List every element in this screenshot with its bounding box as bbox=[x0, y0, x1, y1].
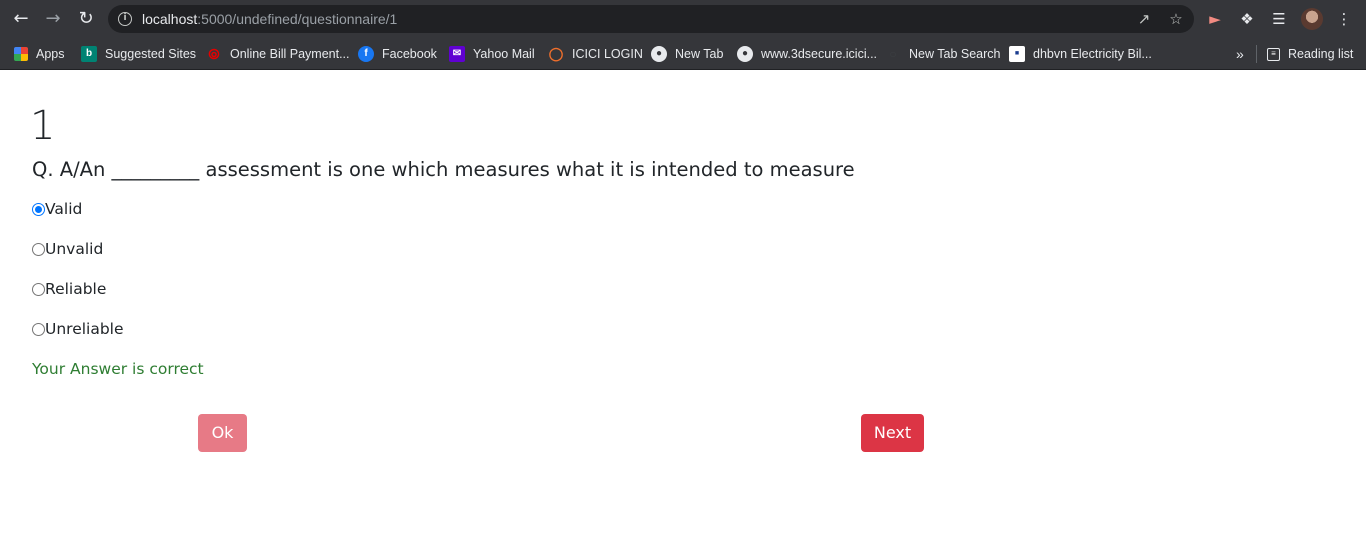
address-bar[interactable]: i localhost:5000/undefined/questionnaire… bbox=[108, 5, 1194, 33]
bookmark-dhbvn-electricity[interactable]: ■ dhbvn Electricity Bil... bbox=[1009, 43, 1152, 65]
option-unreliable[interactable]: Unreliable bbox=[32, 318, 124, 340]
bookmark-apps[interactable]: Apps bbox=[14, 43, 65, 65]
answer-feedback: Your Answer is correct bbox=[32, 360, 204, 378]
forward-arrow-icon[interactable]: → bbox=[40, 7, 66, 31]
option-unvalid[interactable]: Unvalid bbox=[32, 238, 103, 260]
extensions-puzzle-icon[interactable]: ❖ bbox=[1236, 9, 1258, 29]
bookmark-online-bill-payment[interactable]: ⦾ Online Bill Payment... bbox=[206, 43, 350, 65]
reading-list-button[interactable]: ≡ Reading list bbox=[1267, 43, 1353, 65]
bookmark-label: Yahoo Mail bbox=[473, 47, 535, 61]
yahoo-mail-icon: ✉ bbox=[449, 46, 465, 62]
url-host: localhost bbox=[142, 11, 198, 27]
bookmark-label: Apps bbox=[36, 47, 65, 61]
option-reliable[interactable]: Reliable bbox=[32, 278, 106, 300]
radio-button-checked[interactable] bbox=[32, 202, 45, 216]
screen-recorder-extension-icon[interactable]: ► bbox=[1204, 9, 1226, 29]
radio-button[interactable] bbox=[32, 322, 45, 336]
globe-icon: ● bbox=[651, 46, 667, 62]
reading-list-icon: ≡ bbox=[1267, 47, 1280, 61]
icici-icon: ◯ bbox=[548, 46, 564, 61]
bookmark-label: Suggested Sites bbox=[105, 47, 197, 61]
bookmark-facebook[interactable]: f Facebook bbox=[358, 43, 437, 65]
bookmark-label: dhbvn Electricity Bil... bbox=[1033, 47, 1152, 61]
option-label: Unreliable bbox=[45, 320, 124, 338]
bookmark-suggested-sites[interactable]: b Suggested Sites bbox=[81, 43, 196, 65]
bookmark-label: www.3dsecure.icici... bbox=[761, 47, 878, 61]
ok-button[interactable]: Ok bbox=[198, 414, 247, 452]
site-info-icon[interactable]: i bbox=[118, 12, 132, 26]
more-bookmarks-chevron-icon[interactable]: » bbox=[1236, 43, 1244, 65]
bookmark-label: Facebook bbox=[382, 47, 437, 61]
bookmark-label: New Tab Search bbox=[909, 47, 1001, 61]
media-control-icon[interactable]: ☰ bbox=[1268, 9, 1290, 29]
airtel-icon: ⦾ bbox=[208, 46, 220, 62]
bookmarks-divider bbox=[1256, 45, 1257, 63]
option-label: Reliable bbox=[45, 280, 107, 298]
radio-button[interactable] bbox=[32, 242, 45, 256]
url-path: :5000/undefined/questionnaire/1 bbox=[197, 11, 398, 27]
bookmark-new-tab-search[interactable]: ○ New Tab Search bbox=[885, 43, 1001, 65]
facebook-icon: f bbox=[358, 46, 374, 62]
share-icon[interactable]: ↗ bbox=[1134, 10, 1154, 28]
question-text: Q. A/An _________ assessment is one whic… bbox=[32, 158, 855, 181]
globe-icon: ● bbox=[737, 46, 753, 62]
bookmark-new-tab[interactable]: ● New Tab bbox=[651, 43, 723, 65]
menu-kebab-icon[interactable]: ⋮ bbox=[1333, 9, 1355, 29]
bookmark-star-icon[interactable]: ☆ bbox=[1166, 10, 1186, 28]
dhbvn-icon: ■ bbox=[1009, 46, 1025, 62]
option-valid[interactable]: Valid bbox=[32, 198, 82, 220]
next-button[interactable]: Next bbox=[861, 414, 924, 452]
bookmark-3dsecure-icici[interactable]: ● www.3dsecure.icici... bbox=[737, 43, 877, 65]
url-text[interactable]: localhost:5000/undefined/questionnaire/1 bbox=[142, 11, 397, 27]
bing-icon: b bbox=[81, 46, 97, 62]
option-label: Unvalid bbox=[45, 240, 104, 258]
radio-button[interactable] bbox=[32, 282, 45, 296]
question-number: 1 bbox=[30, 103, 56, 149]
search-dot-icon: ○ bbox=[889, 47, 897, 61]
browser-toolbar: ← → ↻ i localhost:5000/undefined/questio… bbox=[0, 0, 1366, 38]
bookmark-label: New Tab bbox=[675, 47, 724, 61]
bookmark-icici-login[interactable]: ◯ ICICI LOGIN bbox=[548, 43, 643, 65]
reload-icon[interactable]: ↻ bbox=[73, 7, 99, 31]
back-arrow-icon[interactable]: ← bbox=[8, 7, 34, 31]
profile-avatar[interactable] bbox=[1301, 8, 1323, 30]
bookmark-label: Online Bill Payment... bbox=[230, 47, 350, 61]
bookmark-label: ICICI LOGIN bbox=[572, 47, 643, 61]
bookmarks-bar: Apps b Suggested Sites ⦾ Online Bill Pay… bbox=[0, 38, 1366, 70]
option-label: Valid bbox=[45, 200, 83, 218]
apps-grid-icon bbox=[14, 47, 28, 61]
reading-list-label: Reading list bbox=[1288, 47, 1354, 61]
bookmark-yahoo-mail[interactable]: ✉ Yahoo Mail bbox=[449, 43, 535, 65]
